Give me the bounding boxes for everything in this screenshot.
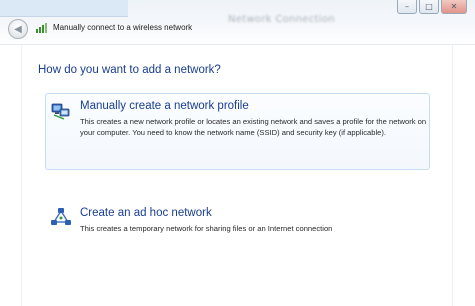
maximize-button[interactable]: □ [419, 0, 439, 14]
page-question: How do you want to add a network? [38, 64, 221, 76]
close-button[interactable]: ✕ [441, 0, 467, 14]
option-title: Create an ad hoc network [80, 207, 212, 219]
option-ad-hoc-network[interactable]: Create an ad hoc network This creates a … [45, 198, 430, 242]
wizard-header: ◀ Manually connect to a wireless network [0, 19, 475, 41]
window-controls: – □ ✕ [397, 0, 467, 17]
minimize-button[interactable]: – [397, 0, 417, 14]
wizard-title: Manually connect to a wireless network [53, 23, 193, 32]
header-divider [0, 44, 475, 45]
option-title: Manually create a network profile [80, 100, 249, 112]
ad-hoc-network-icon [51, 208, 71, 225]
content-left-edge [21, 45, 22, 306]
back-arrow-icon: ◀ [14, 23, 22, 35]
option-description: This creates a temporary network for sha… [80, 224, 333, 233]
wireless-network-icon [36, 23, 47, 33]
wizard-window: Network Connection – □ ✕ ◀ Manually conn… [0, 0, 475, 306]
title-bar-glass [0, 0, 128, 17]
network-profile-icon [51, 103, 70, 120]
option-manual-profile[interactable]: Manually create a network profile This c… [45, 93, 430, 170]
right-margin [453, 45, 475, 306]
back-button[interactable]: ◀ [8, 19, 28, 39]
option-description: This creates a new network profile or lo… [80, 117, 427, 138]
